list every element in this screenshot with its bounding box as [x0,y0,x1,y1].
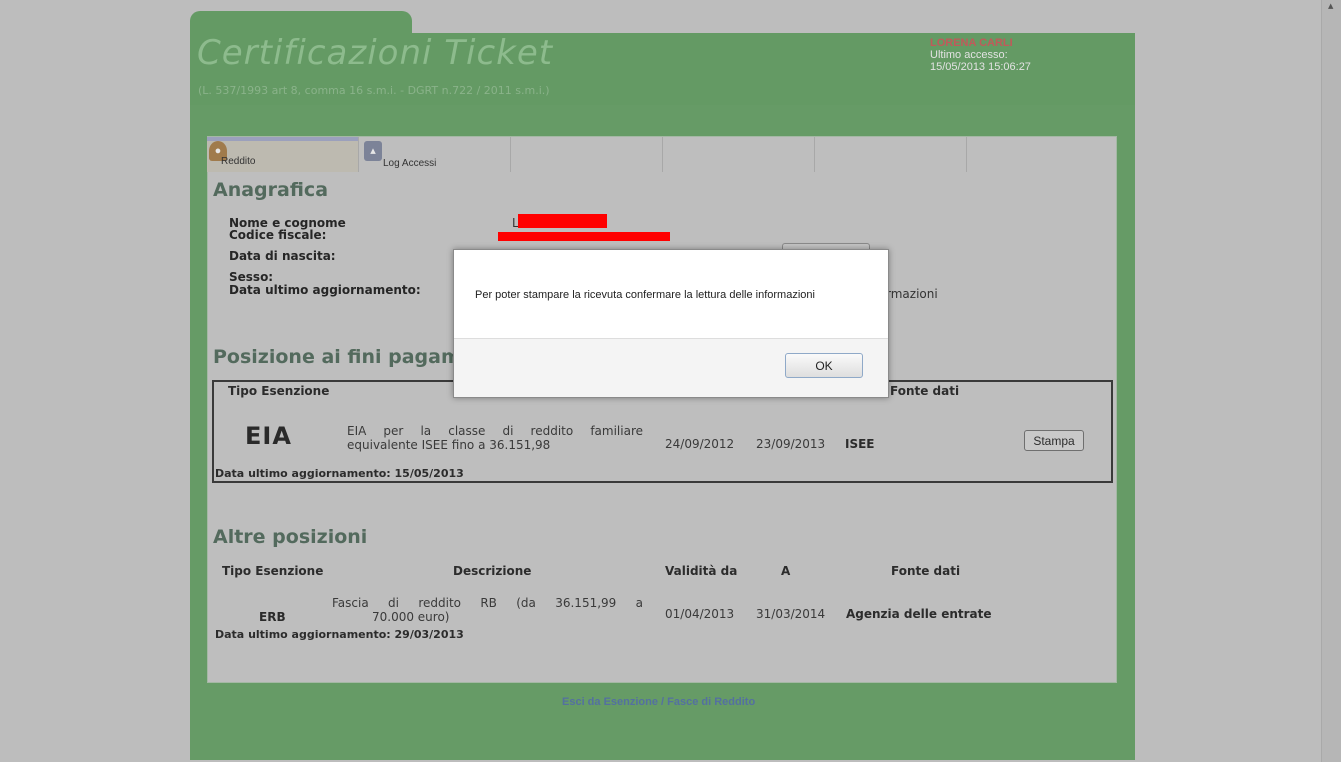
log-icon: ▴ [364,141,382,161]
exit-link[interactable]: Esci da Esenzione / Fasce di Reddito [562,696,755,708]
altre-description-line1: Fascia di reddito RB (da 36.151,99 a [332,596,643,610]
ok-button[interactable]: OK [785,353,863,378]
label-data-aggiornamento: Data ultimo aggiornamento: [229,283,421,297]
esenzione-description-line2: equivalente ISEE fino a 36.151,98 [347,438,551,452]
altre-description: Fascia di reddito RB (da 36.151,99 a 70.… [332,596,643,624]
scroll-up-icon[interactable]: ▲ [1328,2,1333,10]
stampa-button[interactable]: Stampa [1024,430,1084,451]
esenzione-valid-to: 23/09/2013 [756,437,826,451]
dialog-footer: OK [454,339,888,397]
app-title: Certificazioni Ticket [197,33,554,73]
tab-empty-3 [815,137,967,172]
altre-updated: Data ultimo aggiornamento: 29/03/2013 [215,628,464,641]
tab-empty-2 [663,137,815,172]
user-info: LORENA CARLI Ultimo accesso: 15/05/2013 … [930,37,1031,73]
altre-col-tipo: Tipo Esenzione [222,564,324,578]
last-access-value: 15/05/2013 15:06:27 [930,61,1031,73]
dialog-message: Per poter stampare la ricevuta confermar… [475,289,815,301]
posizione-updated: Data ultimo aggiornamento: 15/05/2013 [215,467,464,480]
anagrafica-title: Anagrafica [213,179,329,201]
user-name: LORENA CARLI [930,37,1013,49]
app-subtitle: (L. 537/1993 art 8, comma 16 s.m.i. - DG… [198,84,550,97]
tab-empty-1 [511,137,663,172]
col-fonte-dati: Fonte dati [890,384,960,398]
altre-col-a: A [781,564,791,578]
tab-bar: ● Reddito ▴ Log Accessi [207,137,1115,172]
altre-col-descrizione: Descrizione [453,564,532,578]
tab-log-accessi-label: Log Accessi [383,158,437,169]
altre-valid-from: 01/04/2013 [665,607,735,621]
label-codice-fiscale: Codice fiscale: [229,228,327,242]
col-tipo-esenzione: Tipo Esenzione [228,384,330,398]
value-data-aggiornamento: rmazioni [886,287,938,301]
confirm-dialog: Per poter stampare la ricevuta confermar… [453,249,889,398]
esenzione-source: ISEE [845,437,875,451]
altre-title: Altre posizioni [213,526,368,548]
tab-log-accessi[interactable]: ▴ Log Accessi [359,137,511,172]
tab-reddito-label: Reddito [221,156,256,167]
label-sesso: Sesso: [229,270,274,284]
posizione-title: Posizione ai fini pagam [213,346,461,368]
altre-valid-to: 31/03/2014 [756,607,826,621]
dialog-body: Per poter stampare la ricevuta confermar… [454,250,888,339]
esenzione-description-line1: EIA per la classe di reddito familiare [347,424,643,438]
tab-reddito[interactable]: ● Reddito [207,137,359,172]
altre-description-line2: 70.000 euro) [372,610,450,624]
label-data-nascita: Data di nascita: [229,249,336,263]
redaction-codice-fiscale [498,232,670,241]
esenzione-code: EIA [245,422,292,450]
last-access-label: Ultimo accesso: [930,49,1008,61]
esenzione-valid-from: 24/09/2012 [665,437,735,451]
esenzione-description: EIA per la classe di reddito familiare e… [347,424,643,452]
altre-col-fonte: Fonte dati [891,564,961,578]
redaction-name [518,214,607,228]
altre-code: ERB [259,610,286,624]
altre-col-validita: Validità da [665,564,738,578]
altre-source: Agenzia delle entrate [846,607,992,621]
page-scrollbar[interactable]: ▲ [1321,0,1341,762]
